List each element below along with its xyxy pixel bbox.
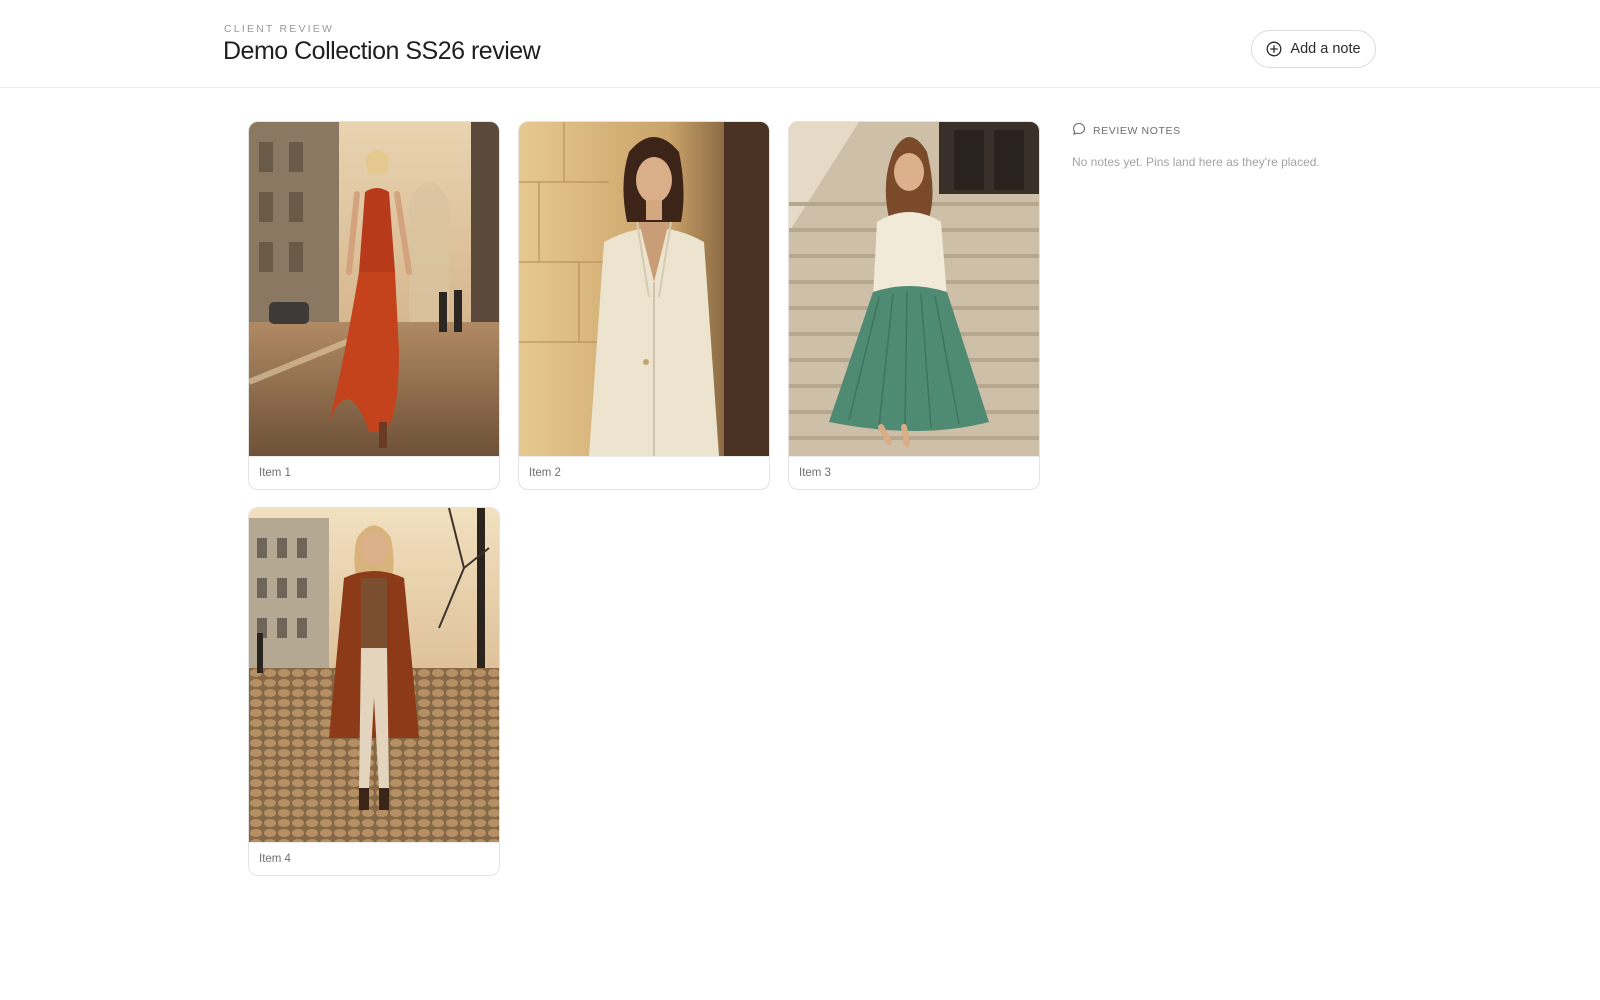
item-3-label: Item 3 — [789, 456, 1039, 489]
page-title: Demo Collection SS26 review — [223, 37, 541, 65]
item-4-photo[interactable] — [249, 508, 499, 842]
item-2-label: Item 2 — [519, 456, 769, 489]
page-header: CLIENT REVIEW Demo Collection SS26 revie… — [0, 0, 1600, 88]
add-note-button[interactable]: Add a note — [1251, 30, 1376, 68]
item-1-label: Item 1 — [249, 456, 499, 489]
review-card-item-2[interactable]: Item 2 — [518, 121, 770, 490]
review-notes-title: REVIEW NOTES — [1093, 124, 1181, 137]
add-note-label: Add a note — [1290, 41, 1361, 57]
item-3-photo[interactable] — [789, 122, 1039, 456]
review-card-item-3[interactable]: Item 3 — [788, 121, 1040, 490]
item-1-photo[interactable] — [249, 122, 499, 456]
page-eyebrow: CLIENT REVIEW — [224, 23, 335, 35]
review-notes-empty-state: No notes yet. Pins land here as they're … — [1072, 155, 1320, 169]
plus-circle-icon — [1266, 41, 1282, 57]
item-2-photo[interactable] — [519, 122, 769, 456]
review-notes-heading: REVIEW NOTES — [1072, 122, 1181, 139]
speech-bubble-icon — [1072, 122, 1086, 139]
review-card-item-4[interactable]: Item 4 — [248, 507, 500, 876]
item-4-label: Item 4 — [249, 842, 499, 875]
review-card-item-1[interactable]: Item 1 — [248, 121, 500, 490]
